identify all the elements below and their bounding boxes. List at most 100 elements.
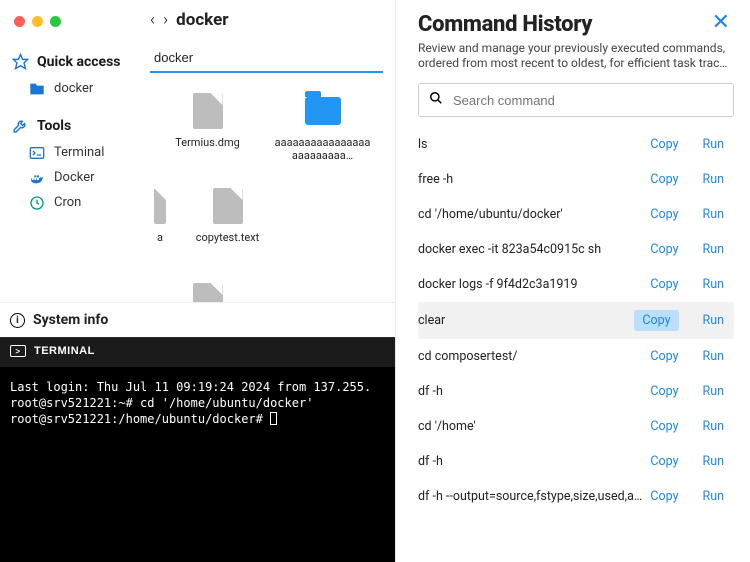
history-row: docker logs -f 9f4d2c3a1919Copy Run: [418, 267, 734, 302]
run-button[interactable]: Run: [697, 487, 731, 506]
sidebar-item-label: Terminal: [54, 145, 104, 160]
copy-button[interactable]: Copy: [644, 170, 684, 189]
left-top: Quick access docker Tools Terminal: [0, 0, 395, 302]
file-item-cutoff: a: [150, 180, 170, 275]
terminal-header: TERMINAL: [0, 337, 395, 367]
history-row: lsCopy Run: [418, 127, 734, 162]
maximize-window-icon[interactable]: [50, 16, 61, 27]
history-row: clearCopy Run: [418, 302, 734, 339]
history-command: free -h: [418, 172, 644, 187]
copy-button[interactable]: Copy: [634, 310, 678, 331]
file-label: aaaaaaaaaaaaaaaaaaaaaaaaa…: [273, 137, 373, 162]
sidebar: Quick access docker Tools Terminal: [0, 0, 140, 302]
history-command: clear: [418, 313, 634, 328]
file-item[interactable]: aaaaaaaaaaaaaaaaaaaaaaaaa…: [265, 85, 380, 180]
history-command: df -h: [418, 384, 644, 399]
system-info-header[interactable]: i System info: [0, 302, 395, 337]
quick-access-header: Quick access: [10, 47, 134, 76]
copy-button[interactable]: Copy: [644, 417, 684, 436]
run-button[interactable]: Run: [697, 382, 731, 401]
run-button[interactable]: Run: [697, 417, 731, 436]
run-button[interactable]: Run: [697, 311, 731, 330]
quick-access-label: Quick access: [37, 54, 120, 70]
close-icon[interactable]: ✕: [708, 12, 734, 34]
tools-icon: [12, 117, 29, 134]
history-row: cd composertest/CopyRun: [418, 339, 734, 374]
window-controls: [10, 6, 134, 47]
sidebar-item-docker[interactable]: Docker: [10, 165, 134, 190]
file-grid: Termius.dmg aaaaaaaaaaaaaaaaaaaaaaaaa… a co…: [150, 73, 395, 302]
close-window-icon[interactable]: [14, 16, 25, 27]
terminal-pane: TERMINAL Last login: Thu Jul 11 09:19:24…: [0, 337, 395, 562]
history-command: cd '/home/ubuntu/docker': [418, 207, 644, 222]
history-row: df -hCopy Run: [418, 444, 734, 479]
history-list: lsCopyRunfree -hCopyRuncd '/home/ubuntu/…: [418, 127, 734, 562]
panel-search[interactable]: [418, 83, 734, 117]
sidebar-item-label: Cron: [54, 195, 81, 210]
search-icon: [429, 91, 443, 109]
copy-button[interactable]: Copy: [644, 275, 684, 294]
copy-button[interactable]: Copy: [644, 487, 684, 506]
sidebar-item-terminal[interactable]: Terminal: [10, 140, 134, 165]
sidebar-item-label: docker: [54, 81, 93, 96]
run-button[interactable]: Run: [697, 240, 731, 259]
panel-subtitle: Review and manage your previously execut…: [418, 37, 734, 83]
copy-button[interactable]: Copy: [644, 382, 684, 401]
copy-button[interactable]: Copy: [644, 452, 684, 471]
file-item[interactable]: cut: [150, 275, 265, 302]
history-command: docker exec -it 823a54c0915c sh: [418, 242, 644, 257]
history-row: free -hCopy Run: [418, 162, 734, 197]
system-info-label: System info: [33, 312, 108, 328]
sidebar-item-docker-folder[interactable]: docker: [10, 76, 134, 101]
history-row: docker exec -it 823a54c0915c shCopy Run: [418, 232, 734, 267]
history-command: ls: [418, 137, 644, 152]
path-label: docker: [176, 10, 228, 30]
sidebar-item-cron[interactable]: Cron: [10, 190, 134, 215]
history-command: cd '/home': [418, 419, 644, 434]
file-search-input[interactable]: [150, 44, 383, 73]
copy-button[interactable]: Copy: [644, 205, 684, 224]
file-label: a: [157, 232, 163, 245]
history-command: df -h: [418, 454, 644, 469]
nav-forward-icon[interactable]: ›: [163, 10, 168, 30]
tools-header: Tools: [10, 111, 134, 140]
file-search[interactable]: [150, 44, 383, 73]
file-label: copytest.text: [196, 232, 259, 245]
history-row: df -h --output=source,fstype,size,used,a…: [418, 479, 734, 514]
folder-icon: [28, 82, 46, 96]
terminal-icon: [28, 146, 46, 160]
file-icon: [210, 186, 246, 226]
cron-icon: [28, 196, 46, 210]
breadcrumb: ‹ › docker: [150, 8, 395, 44]
panel-title: Command History: [418, 12, 592, 37]
file-icon: [190, 281, 226, 302]
history-command: df -h --output=source,fstype,size,used,a…: [418, 489, 644, 504]
run-button[interactable]: Run: [697, 135, 731, 154]
copy-button[interactable]: Copy: [644, 240, 684, 259]
info-icon: i: [10, 313, 25, 328]
run-button[interactable]: Run: [697, 347, 731, 366]
copy-button[interactable]: Copy: [644, 135, 684, 154]
copy-button[interactable]: Copy: [644, 347, 684, 366]
docker-icon: [28, 171, 46, 185]
history-row: df -hCopy Run: [418, 374, 734, 409]
nav-back-icon[interactable]: ‹: [150, 10, 155, 30]
star-icon: [12, 53, 29, 70]
terminal-title: TERMINAL: [34, 345, 95, 357]
run-button[interactable]: Run: [697, 205, 731, 224]
file-icon: [190, 91, 226, 131]
file-item[interactable]: Termius.dmg: [150, 85, 265, 180]
app-root: Quick access docker Tools Terminal: [0, 0, 750, 562]
file-label: Termius.dmg: [175, 137, 240, 150]
panel-header: Command History ✕: [418, 12, 734, 37]
run-button[interactable]: Run: [697, 452, 731, 471]
panel-search-input[interactable]: [453, 93, 723, 108]
file-item[interactable]: copytest.text: [170, 180, 285, 275]
terminal-header-icon: [10, 345, 26, 357]
sidebar-item-label: Docker: [54, 170, 95, 185]
minimize-window-icon[interactable]: [32, 16, 43, 27]
run-button[interactable]: Run: [697, 275, 731, 294]
history-command: docker logs -f 9f4d2c3a1919: [418, 277, 644, 292]
terminal-body[interactable]: Last login: Thu Jul 11 09:19:24 2024 fro…: [0, 367, 395, 440]
run-button[interactable]: Run: [697, 170, 731, 189]
